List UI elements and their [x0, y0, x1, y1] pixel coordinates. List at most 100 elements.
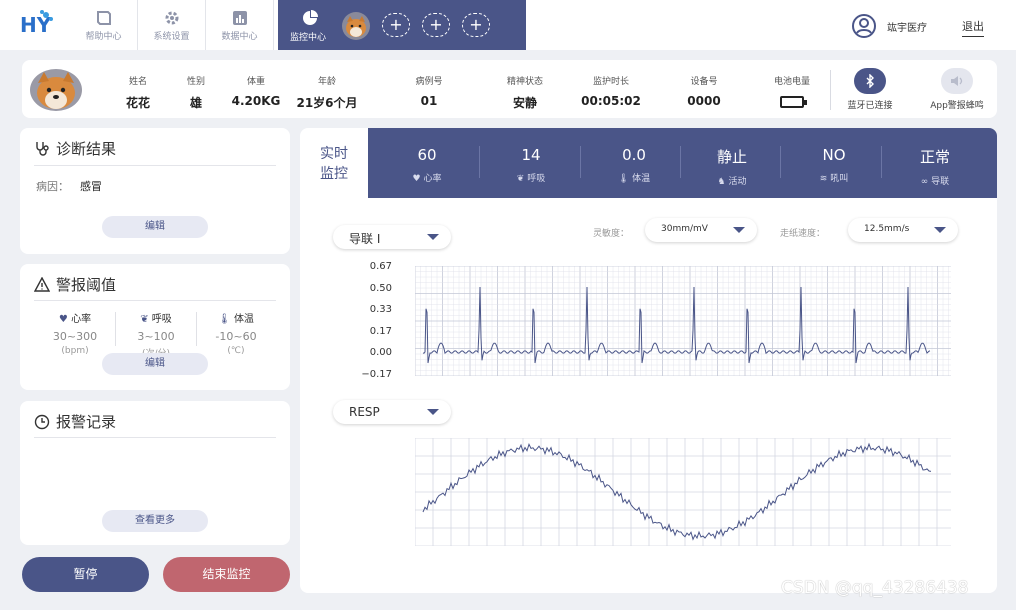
vitals-bar: 60 ♥ 心率 14 ❦ 呼吸 0.0 🌡 体温 静止 ♞ 活动 NO ≋ 吼叫 正常 ∞ … — [368, 128, 997, 198]
cause-value: 感冒 — [80, 180, 102, 193]
sound-icon: ≋ — [819, 174, 828, 184]
thermometer-icon: 🌡 — [617, 174, 630, 184]
divider — [34, 300, 276, 301]
threshold-respiration: ❦ 呼吸3~100(次/分) — [137, 314, 175, 359]
lungs-icon: ❦ — [516, 174, 525, 184]
chevron-down-icon — [427, 234, 439, 240]
edit-diagnosis-button[interactable]: 编辑 — [102, 216, 208, 238]
ecg-trace — [422, 286, 931, 364]
top-navigation: HY 帮助中心 系统设置 数据中心 监控中心 + + + 竑宇医疗 退出 — [0, 0, 1016, 50]
paper-speed-label: 走纸速度： — [780, 229, 826, 239]
patient-sex: 性别雄 — [186, 77, 205, 110]
card-title: 报警记录 — [34, 411, 116, 432]
divider — [680, 146, 681, 178]
chevron-down-icon — [934, 227, 946, 233]
stethoscope-icon — [36, 141, 49, 156]
threshold-temperature: 🌡 体温 -10~60 (℃) — [215, 314, 257, 356]
vital-respiration: 14 ❦ 呼吸 — [516, 146, 546, 184]
dog-photo-icon — [30, 69, 82, 111]
patient-avatar — [30, 69, 82, 111]
add-patient-button[interactable]: + — [462, 13, 490, 37]
logo-icon: HY — [20, 10, 53, 37]
monitor-duration: 监护时长 00:05:02 — [581, 77, 641, 108]
book-icon — [96, 11, 111, 25]
nav-label: 帮助中心 — [85, 32, 122, 42]
logout-link[interactable]: 退出 — [962, 18, 984, 37]
nav-item-help[interactable]: 帮助中心 — [70, 0, 138, 50]
ecg-ytick: 0.50 — [369, 283, 392, 294]
battery-level: 电池电量 — [766, 74, 818, 111]
battery-icon — [780, 96, 807, 108]
speaker-icon — [941, 68, 973, 94]
edit-threshold-button[interactable]: 编辑 — [102, 353, 208, 375]
nav-item-settings[interactable]: 系统设置 — [138, 0, 206, 50]
divider — [34, 165, 276, 166]
ecg-ytick: −0.17 — [361, 369, 392, 380]
cause-label: 病因： — [36, 180, 69, 193]
bluetooth-icon — [854, 68, 886, 94]
bluetooth-status[interactable]: 蓝牙已连接 — [840, 68, 900, 111]
view-more-button[interactable]: 查看更多 — [102, 510, 208, 532]
vital-activity: 静止 ♞ 活动 — [716, 148, 747, 187]
patient-case-number: 病例号 01 — [415, 77, 443, 108]
divider — [479, 146, 480, 178]
patient-weight: 体重 4.20KG — [231, 77, 281, 108]
chevron-down-icon — [733, 227, 745, 233]
organization-name: 竑宇医疗 — [887, 23, 927, 34]
device-number: 设备号 0000 — [687, 77, 721, 108]
bar-chart-icon — [232, 11, 247, 25]
pause-button[interactable]: 暂停 — [22, 557, 149, 592]
card-title: 警报阈值 — [34, 274, 116, 295]
lead-select[interactable]: 导联 I — [333, 225, 451, 249]
sensitivity-select[interactable]: 30mm/mV — [645, 218, 757, 242]
add-patient-button[interactable]: + — [382, 13, 410, 37]
link-icon: ∞ — [920, 177, 929, 187]
user-icon[interactable] — [851, 14, 877, 38]
clock-icon — [34, 414, 50, 429]
diagnosis-card: 诊断结果 病因： 感冒 编辑 — [20, 128, 290, 254]
heart-icon: ♥ — [412, 174, 421, 184]
stop-monitoring-button[interactable]: 结束监控 — [163, 557, 290, 592]
alarm-log-card: 报警记录 查看更多 — [20, 401, 290, 545]
nav-item-monitor[interactable]: 监控中心 + + + — [278, 0, 526, 50]
patient-mental-state: 精神状态 安静 — [506, 77, 543, 110]
pet-avatar-tab[interactable] — [342, 12, 370, 40]
vital-bark: NO ≋ 吼叫 — [819, 146, 849, 184]
patient-info-bar: 姓名 花花 性别雄 体重 4.20KG 年龄 21岁6个月 病例号 01 精神状态 安静 … — [22, 60, 997, 118]
watermark: CSDN @qq_43286438 — [781, 578, 969, 598]
nav-label: 数据中心 — [221, 32, 258, 42]
nav-label: 监控中心 — [290, 33, 327, 43]
threshold-heart-rate: ♥ 心率 30~300 (bpm) — [52, 314, 98, 356]
dog-avatar-icon — [342, 12, 370, 40]
app-alarm-toggle[interactable]: App警报蜂鸣 — [924, 68, 990, 111]
warning-icon — [34, 276, 50, 292]
patient-age: 年龄 21岁6个月 — [296, 77, 358, 110]
heart-icon: ♥ — [58, 314, 68, 325]
ecg-ytick: 0.67 — [369, 261, 392, 272]
sensitivity-label: 灵敏度： — [593, 229, 630, 239]
resp-select[interactable]: RESP — [333, 400, 451, 424]
gear-icon — [165, 11, 178, 25]
lungs-icon: ❦ — [140, 314, 149, 325]
divider — [580, 146, 581, 178]
pie-chart-icon — [303, 10, 318, 25]
ecg-ytick: 0.00 — [369, 347, 392, 358]
patient-name: 姓名 花花 — [125, 77, 150, 110]
ecg-ytick: 0.17 — [369, 326, 392, 337]
vital-temperature: 0.0 🌡 体温 — [617, 146, 651, 184]
divider — [830, 70, 831, 110]
activity-icon: ♞ — [717, 177, 726, 187]
nav-label: 系统设置 — [153, 32, 190, 42]
ecg-ytick: 0.33 — [369, 304, 392, 315]
alarm-threshold-card: 警报阈值 ♥ 心率30~300(bpm) ❦ 呼吸3~100(次/分) 🌡 体温… — [20, 264, 290, 390]
vital-lead: 正常 ∞ 导联 — [919, 148, 950, 187]
divider — [780, 146, 781, 178]
ecg-waveform-chart — [415, 266, 951, 376]
thermometer-icon: 🌡 — [218, 314, 231, 325]
add-patient-button[interactable]: + — [422, 13, 450, 37]
divider — [34, 437, 276, 438]
nav-item-data[interactable]: 数据中心 — [206, 0, 274, 50]
paper-speed-select[interactable]: 12.5mm/s — [848, 218, 958, 242]
resp-waveform-chart — [415, 438, 951, 546]
vital-heart-rate: 60 ♥ 心率 — [412, 146, 442, 184]
